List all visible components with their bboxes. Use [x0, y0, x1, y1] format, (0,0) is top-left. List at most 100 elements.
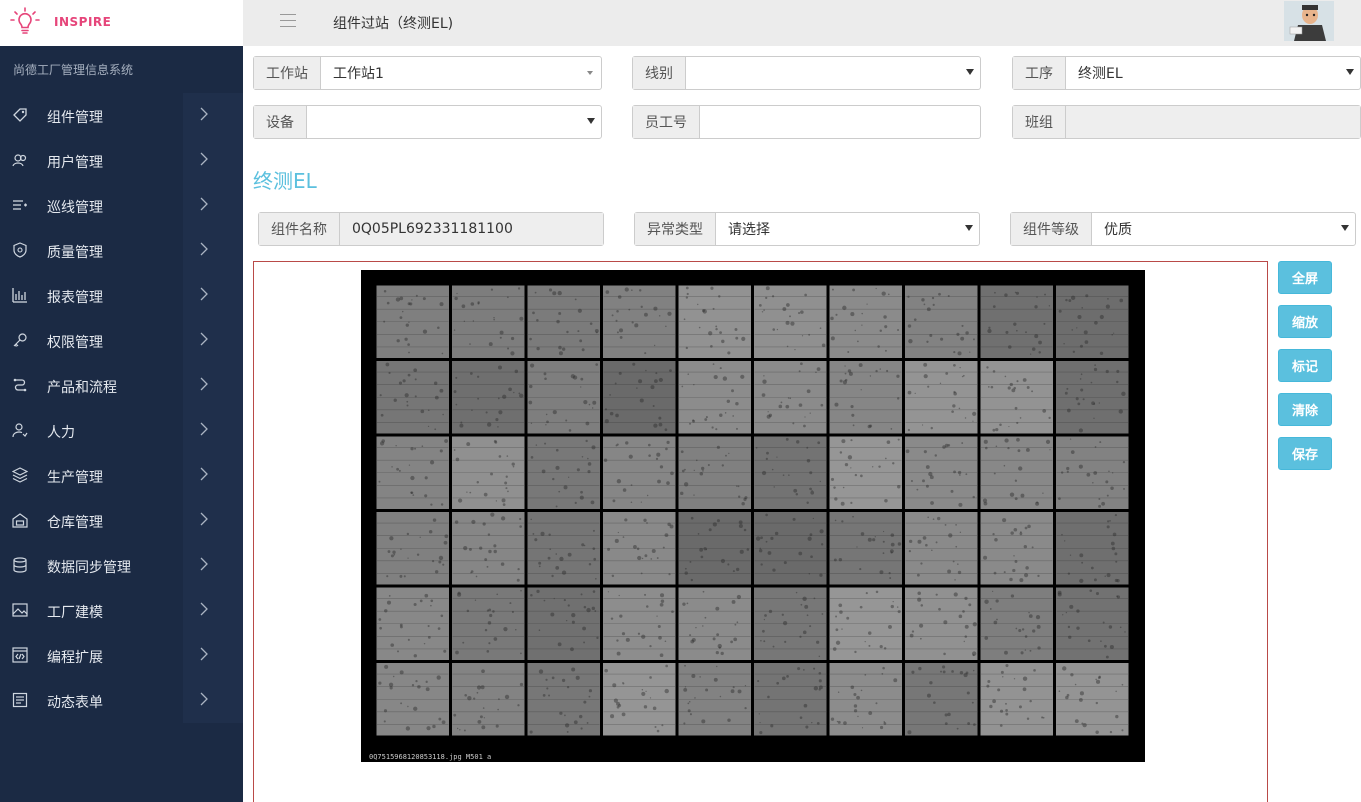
sidebar-item-product-flow[interactable]: 产品和流程 [0, 363, 243, 408]
module-name-field: 组件名称 0Q05PL692331181100 [258, 212, 604, 246]
database-icon [13, 557, 27, 573]
sidebar-item-dynamic-form[interactable]: 动态表单 [0, 678, 243, 723]
workstation-label: 工作站 [254, 57, 321, 89]
chevron-right-icon [200, 467, 208, 481]
chevron-right-icon [200, 557, 208, 571]
line-select[interactable]: 线别 [632, 56, 981, 90]
chevron-right-icon [200, 287, 208, 301]
chevron-right-icon [200, 422, 208, 436]
sidebar-item-label: 报表管理 [47, 290, 103, 306]
menu-toggle-icon[interactable] [280, 14, 296, 28]
anomaly-type-select[interactable]: 异常类型 请选择 [634, 212, 980, 246]
image-icon [12, 603, 28, 617]
chevron-right-icon [200, 377, 208, 391]
process-selected: 终测EL [1078, 66, 1123, 82]
workstation-selected: 工作站1 [333, 66, 384, 82]
sidebar-item-manpower[interactable]: 人力 [0, 408, 243, 453]
module-grade-label: 组件等级 [1011, 213, 1092, 245]
device-label: 设备 [254, 106, 307, 138]
chevron-right-icon [200, 602, 208, 616]
el-image[interactable]: 0Q7515968120853118.jpg M501 a [361, 270, 1145, 762]
logo[interactable]: INSPIRE [0, 0, 243, 46]
employee-id-input[interactable] [700, 106, 980, 138]
sidebar-item-permission-management[interactable]: 权限管理 [0, 318, 243, 363]
chevron-right-icon [200, 107, 208, 121]
line-value[interactable] [686, 57, 980, 89]
warehouse-icon [12, 513, 28, 528]
key-icon [13, 333, 27, 347]
sidebar-item-label: 质量管理 [47, 245, 103, 261]
sidebar-item-factory-modeling[interactable]: 工厂建模 [0, 588, 243, 633]
chevron-down-icon [587, 118, 595, 124]
module-grade-selected: 优质 [1104, 222, 1132, 238]
sidebar: 尚德工厂管理信息系统 组件管理 用户管理 巡线管理 质量管理 报表管理 权限管理… [0, 46, 243, 802]
top-bar: INSPIRE 组件过站（终测EL) [0, 0, 1361, 46]
layers-icon [12, 467, 28, 483]
anomaly-type-selected: 请选择 [728, 222, 770, 238]
sidebar-item-data-sync[interactable]: 数据同步管理 [0, 543, 243, 588]
sidebar-item-label: 人力 [47, 425, 75, 441]
sidebar-item-patrol-management[interactable]: 巡线管理 [0, 183, 243, 228]
sidebar-item-label: 仓库管理 [47, 515, 103, 531]
sidebar-item-label: 用户管理 [47, 155, 103, 171]
tag-icon [13, 108, 27, 122]
shift-input [1066, 106, 1360, 138]
chevron-right-icon [200, 512, 208, 526]
list-icon [13, 200, 27, 210]
chevron-down-icon [587, 71, 593, 75]
sidebar-item-warehouse-management[interactable]: 仓库管理 [0, 498, 243, 543]
process-select[interactable]: 工序 终测EL [1012, 56, 1361, 90]
sidebar-item-production-management[interactable]: 生产管理 [0, 453, 243, 498]
module-grade-value[interactable]: 优质 [1092, 213, 1355, 245]
brand-name: INSPIRE [54, 15, 112, 29]
sidebar-item-label: 巡线管理 [47, 200, 103, 216]
workstation-value[interactable]: 工作站1 [321, 57, 601, 89]
process-value[interactable]: 终测EL [1066, 57, 1360, 89]
chevron-right-icon [200, 647, 208, 661]
employee-id-label: 员工号 [633, 106, 700, 138]
avatar[interactable] [1284, 1, 1334, 41]
chevron-right-icon [200, 152, 208, 166]
line-label: 线别 [633, 57, 686, 89]
code-icon [12, 647, 28, 663]
anomaly-type-value[interactable]: 请选择 [716, 213, 979, 245]
sidebar-item-label: 权限管理 [47, 335, 103, 351]
fullscreen-button[interactable]: 全屏 [1278, 261, 1332, 294]
bar-chart-icon [12, 288, 27, 303]
el-cell-grid [376, 285, 1129, 736]
workstation-select[interactable]: 工作站 工作站1 [253, 56, 602, 90]
sidebar-item-label: 编程扩展 [47, 650, 103, 666]
process-label: 工序 [1013, 57, 1066, 89]
sidebar-item-report-management[interactable]: 报表管理 [0, 273, 243, 318]
sidebar-item-quality-management[interactable]: 质量管理 [0, 228, 243, 273]
chevron-right-icon [200, 692, 208, 706]
zoom-button[interactable]: 缩放 [1278, 305, 1332, 338]
section-title: 终测EL [253, 169, 317, 193]
users-icon [12, 154, 27, 167]
person-icon [12, 423, 28, 438]
sidebar-item-programming-extension[interactable]: 编程扩展 [0, 633, 243, 678]
sidebar-item-label: 动态表单 [47, 695, 103, 711]
sidebar-item-user-management[interactable]: 用户管理 [0, 138, 243, 183]
mark-button[interactable]: 标记 [1278, 349, 1332, 382]
clear-button[interactable]: 清除 [1278, 393, 1332, 426]
sidebar-item-label: 工厂建模 [47, 605, 103, 621]
shift-field: 班组 [1012, 105, 1361, 139]
chevron-right-icon [200, 332, 208, 346]
chevron-right-icon [200, 242, 208, 256]
module-grade-select[interactable]: 组件等级 优质 [1010, 212, 1356, 246]
sidebar-menu: 组件管理 用户管理 巡线管理 质量管理 报表管理 权限管理 产品和流程 人力 生… [0, 93, 243, 723]
employee-id-field[interactable]: 员工号 [632, 105, 981, 139]
device-value[interactable] [307, 106, 601, 138]
sidebar-item-module-management[interactable]: 组件管理 [0, 93, 243, 138]
lightbulb-icon [10, 7, 40, 34]
device-select[interactable]: 设备 [253, 105, 602, 139]
sidebar-item-label: 组件管理 [47, 110, 103, 126]
sidebar-item-label: 产品和流程 [47, 380, 117, 396]
chevron-right-icon [200, 197, 208, 211]
flow-icon [13, 378, 27, 392]
page-title: 组件过站（终测EL) [333, 16, 454, 32]
save-button[interactable]: 保存 [1278, 437, 1332, 470]
anomaly-type-label: 异常类型 [635, 213, 716, 245]
chevron-down-icon [1341, 225, 1349, 231]
